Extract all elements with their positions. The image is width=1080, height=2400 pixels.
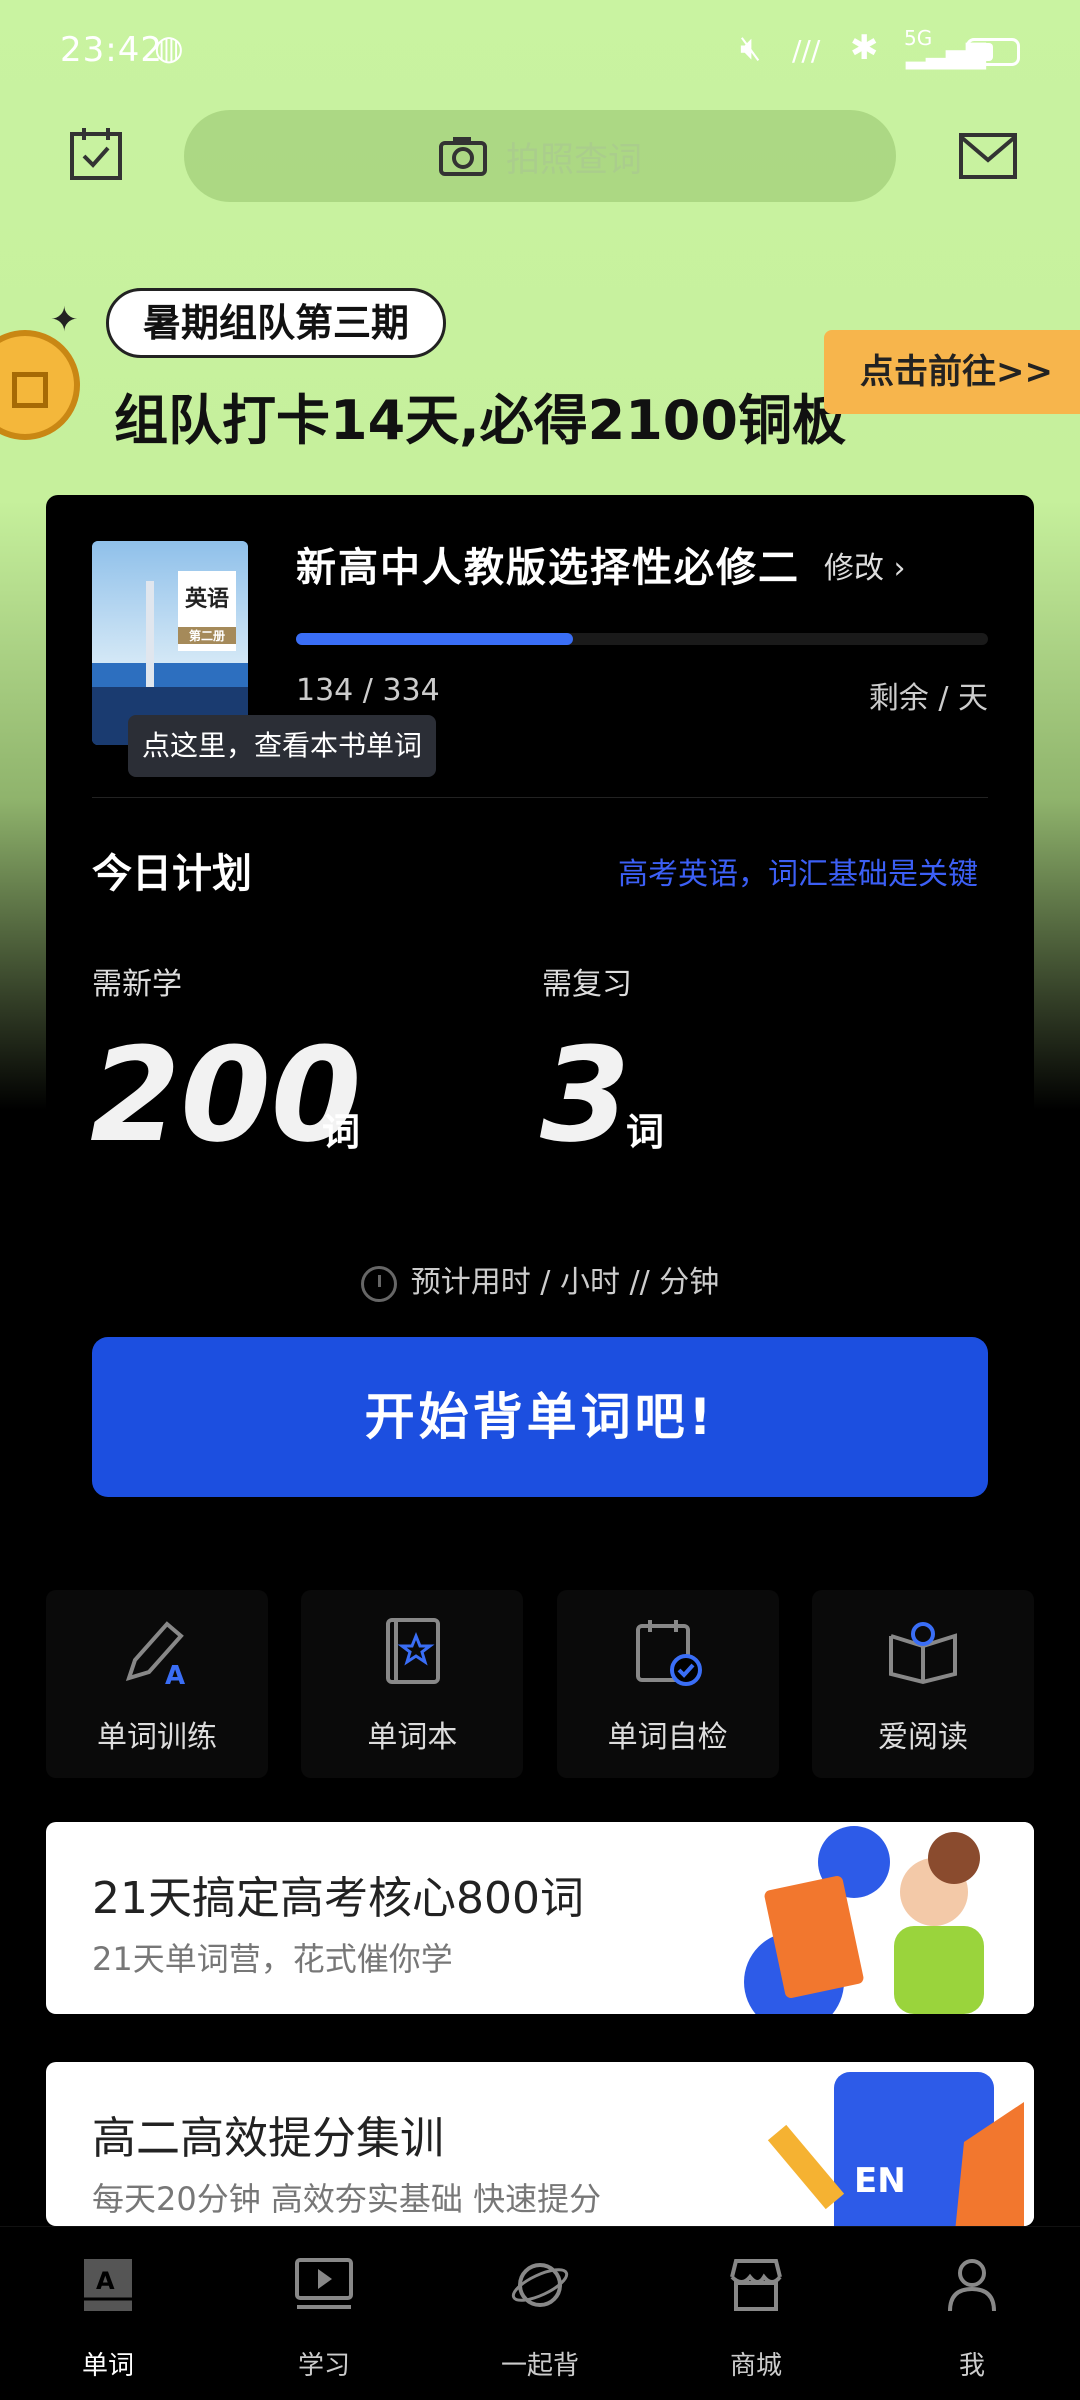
- edit-book-button[interactable]: 修改 ›: [824, 543, 906, 587]
- tab-me[interactable]: 我: [864, 2227, 1080, 2400]
- plan-slogan: 高考英语，词汇基础是关键: [618, 857, 978, 892]
- coin-icon: [0, 330, 80, 440]
- book-progress: [296, 633, 988, 645]
- top-bar: 拍照查词: [0, 110, 1080, 210]
- bluetooth-icon: ✱: [850, 28, 879, 68]
- new-words-label: 需新学: [92, 967, 182, 1002]
- book-progress-fill: [296, 633, 573, 645]
- svg-text:A: A: [96, 2267, 115, 2295]
- promo-card-grade-boost[interactable]: 高二高效提分集训 每天20分钟 高效夯实基础 快速提分 EN: [46, 2062, 1034, 2226]
- calendar-check-icon: [635, 1620, 702, 1686]
- tab-label: 学习: [297, 2351, 350, 2381]
- clock-icon: [360, 1265, 397, 1302]
- search-placeholder: 拍照查词: [506, 139, 642, 180]
- app-notification-icon: ◍: [154, 28, 184, 68]
- tool-label: 单词训练: [97, 1720, 217, 1755]
- tab-study[interactable]: 学习: [216, 2227, 432, 2400]
- banner-title: 组队打卡14天,必得2100铜板: [114, 389, 846, 452]
- store-icon: [730, 2259, 782, 2311]
- time-estimate: 预计用时 / 小时 // 分钟: [46, 1257, 1034, 1302]
- word-icon: A: [84, 2259, 132, 2311]
- tab-label: 商城: [729, 2351, 782, 2381]
- planet-icon: [511, 2263, 569, 2307]
- chevron-right-icon: ›: [893, 551, 906, 586]
- review-words-unit: 词: [626, 1110, 665, 1154]
- tab-word[interactable]: A 单词: [0, 2227, 216, 2400]
- video-icon: [295, 2258, 353, 2309]
- sparkle-icon: ✦: [50, 300, 79, 340]
- promo-title: 21天搞定高考核心800词: [92, 1873, 584, 1924]
- mute-icon: 🔇︎: [740, 28, 762, 68]
- remaining-days: 剩余 / 天: [868, 681, 988, 716]
- tool-word-training[interactable]: A 单词训练: [46, 1590, 268, 1778]
- person-icon: [948, 2259, 996, 2312]
- study-card: 英语 第二册 点这里，查看本书单词 新高中人教版选择性必修二 修改 › 134 /…: [46, 495, 1034, 1535]
- review-words-count: 3: [540, 1019, 631, 1171]
- tab-label: 单词: [81, 2351, 134, 2381]
- new-words-count: 200: [90, 1019, 362, 1171]
- tool-reading[interactable]: 爱阅读: [811, 1590, 1034, 1778]
- svg-text:EN: EN: [854, 2161, 906, 2201]
- book-title[interactable]: 新高中人教版选择性必修二: [296, 535, 800, 593]
- tab-label: 一起背: [500, 2351, 579, 2381]
- book-tooltip: 点这里，查看本书单词: [128, 715, 437, 777]
- bottom-tab-bar: A 单词 学习 一起背 商城 我: [0, 2226, 1080, 2400]
- status-bar: 23:42 ◍ 🔇︎ /// ✱ 5G ▂▃▅▇: [0, 0, 1080, 100]
- go-button[interactable]: 点击前往>>: [824, 330, 1080, 414]
- calendar-check-icon[interactable]: [68, 126, 124, 182]
- girl-with-book-illustration: [734, 1822, 1034, 2014]
- promo-subtitle: 21天单词营，花式催你学: [92, 1940, 453, 1978]
- en-book-illustration: EN: [734, 2062, 1034, 2226]
- progress-text: 134 / 334: [296, 673, 440, 708]
- tool-label: 单词本: [367, 1720, 458, 1755]
- promo-card-800-words[interactable]: 21天搞定高考核心800词 21天单词营，花式催你学: [46, 1822, 1034, 2014]
- battery-icon: [966, 38, 1020, 66]
- status-time: 23:42: [60, 30, 163, 70]
- search-bar[interactable]: 拍照查词: [184, 110, 896, 202]
- svg-text:A: A: [165, 1661, 185, 1688]
- new-words-unit: 词: [322, 1110, 361, 1154]
- tool-self-check[interactable]: 单词自检: [556, 1590, 779, 1778]
- pen-icon: A: [125, 1621, 185, 1688]
- tool-row: A 单词训练 单词本 单词自检 爱阅读: [46, 1590, 1034, 1778]
- tool-label: 爱阅读: [877, 1720, 968, 1755]
- tab-together[interactable]: 一起背: [432, 2227, 648, 2400]
- book-cover-label: 英语 第二册: [178, 571, 236, 651]
- start-button[interactable]: 开始背单词吧!: [92, 1337, 988, 1497]
- team-banner[interactable]: ✦ 暑期组队第三期 组队打卡14天,必得2100铜板 点击前往>>: [0, 280, 1080, 480]
- tool-label: 单词自检: [607, 1720, 728, 1755]
- tab-store[interactable]: 商城: [648, 2227, 864, 2400]
- banner-pill: 暑期组队第三期: [106, 288, 447, 358]
- nfc-icon: ///: [792, 34, 821, 67]
- mail-icon[interactable]: [958, 132, 1018, 180]
- tool-word-book[interactable]: 单词本: [301, 1590, 524, 1778]
- divider: [92, 797, 988, 798]
- tab-label: 我: [958, 2351, 985, 2381]
- reading-icon: [888, 1622, 957, 1685]
- review-words-label: 需复习: [542, 967, 632, 1002]
- book-icon: [386, 1618, 441, 1684]
- promo-subtitle: 每天20分钟 高效夯实基础 快速提分: [92, 2180, 602, 2218]
- plan-title: 今日计划: [92, 851, 252, 897]
- camera-icon: [439, 137, 487, 176]
- promo-title: 高二高效提分集训: [92, 2113, 444, 2164]
